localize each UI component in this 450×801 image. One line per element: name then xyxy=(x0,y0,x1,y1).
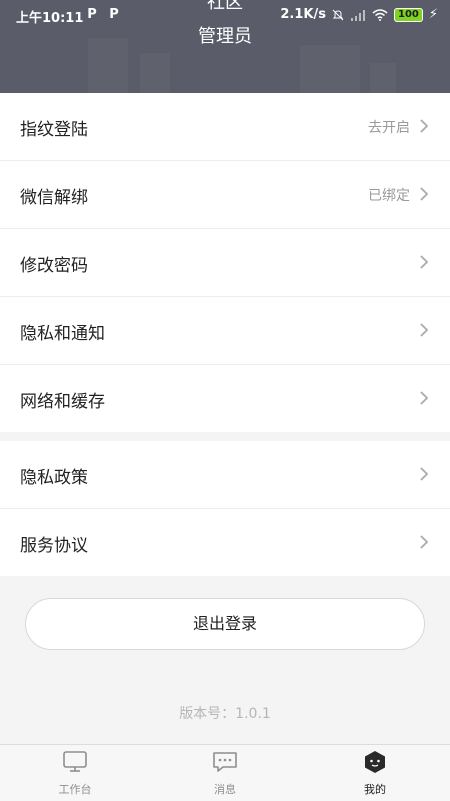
settings-row-privacy-policy[interactable]: 隐私政策 xyxy=(0,441,450,509)
settings-row-value: 已绑定 xyxy=(368,188,410,204)
settings-group-account: 指纹登陆 去开启 微信解绑 已绑定 修改密码 隐私和通知 网络和缓存 xyxy=(0,93,450,432)
tab-label: 工作台 xyxy=(58,783,92,796)
settings-row-label: 微信解绑 xyxy=(20,188,88,208)
chevron-right-icon xyxy=(420,467,429,481)
settings-row-label: 隐私和通知 xyxy=(20,324,105,344)
settings-row-label: 修改密码 xyxy=(20,256,88,276)
profile-icon xyxy=(365,751,385,773)
settings-row-change-password[interactable]: 修改密码 xyxy=(0,229,450,297)
header-decoration xyxy=(140,53,170,93)
settings-row-label: 隐私政策 xyxy=(20,468,88,488)
monitor-icon xyxy=(63,751,87,772)
tab-messages[interactable]: 消息 xyxy=(150,745,300,801)
profile-header: 上午10:11 P P 2.1K/s 100 ⚡ 社区 管理员 xyxy=(0,0,450,93)
tab-mine[interactable]: 我的 xyxy=(300,745,450,801)
tab-workbench[interactable]: 工作台 xyxy=(0,745,150,801)
settings-row-wechat-unbind[interactable]: 微信解绑 已绑定 xyxy=(0,161,450,229)
message-icon xyxy=(213,752,237,772)
settings-row-label: 服务协议 xyxy=(20,536,88,556)
chevron-right-icon xyxy=(420,323,429,337)
user-role: 管理员 xyxy=(198,26,252,47)
settings-row-label: 指纹登陆 xyxy=(20,120,88,140)
settings-row-service-agreement[interactable]: 服务协议 xyxy=(0,509,450,576)
settings-row-privacy-notifications[interactable]: 隐私和通知 xyxy=(0,297,450,365)
settings-group-legal: 隐私政策 服务协议 xyxy=(0,441,450,576)
version-text: 版本号：1.0.1 xyxy=(179,706,271,722)
chevron-right-icon xyxy=(420,255,429,269)
settings-row-label: 网络和缓存 xyxy=(20,392,105,412)
settings-row-network-cache[interactable]: 网络和缓存 xyxy=(0,365,450,432)
chevron-right-icon xyxy=(420,119,429,133)
logout-button[interactable]: 退出登录 xyxy=(25,598,425,650)
tab-label: 我的 xyxy=(364,783,386,796)
header-decoration xyxy=(300,45,360,93)
tab-label: 消息 xyxy=(214,783,236,796)
header-decoration xyxy=(370,63,396,93)
chevron-right-icon xyxy=(420,187,429,201)
community-name: 社区 xyxy=(207,0,243,13)
settings-row-value: 去开启 xyxy=(368,120,410,136)
chevron-right-icon xyxy=(420,391,429,405)
chevron-right-icon xyxy=(420,535,429,549)
bottom-tab-bar: 工作台 消息 我的 xyxy=(0,744,450,801)
settings-row-fingerprint-login[interactable]: 指纹登陆 去开启 xyxy=(0,93,450,161)
